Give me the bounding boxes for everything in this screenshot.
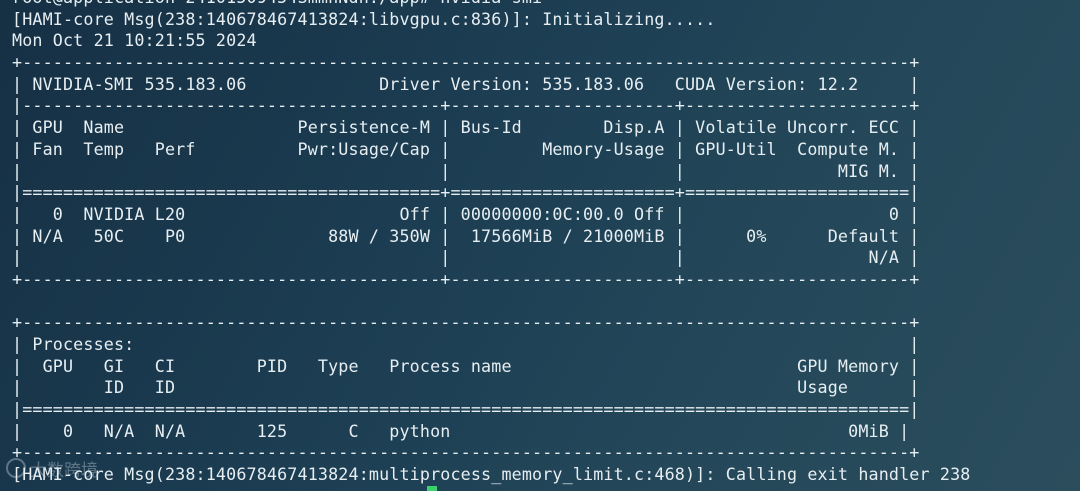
gpu-header-separator: |=======================================…	[12, 182, 920, 203]
processes-header-row-2: | ID ID Usage |	[12, 377, 920, 398]
processes-header-separator: |=======================================…	[12, 399, 920, 420]
processes-title: | Processes: |	[12, 334, 920, 354]
hami-init-message: [HAMI-core Msg(238:140678467413824:libvg…	[12, 8, 716, 29]
processes-top-border: +---------------------------------------…	[12, 312, 920, 333]
terminal-cursor	[427, 486, 437, 491]
gpu-header-row-1: | GPU Name Persistence-M | Bus-Id Disp.A…	[12, 117, 920, 138]
processes-bottom-border: +---------------------------------------…	[12, 442, 920, 463]
gpu-row-3: | | | N/A |	[12, 247, 920, 268]
processes-header-row-1: | GPU GI CI PID Type Process name GPU Me…	[12, 355, 920, 376]
smi-version-header: | NVIDIA-SMI 535.183.06 Driver Version: …	[12, 73, 920, 94]
hami-exit-message: [HAMI-core Msg(238:140678467413824:multi…	[12, 464, 971, 485]
terminal-output: root@application-24101509454SmmnNdn:/app…	[12, 0, 1072, 491]
gpu-table-bottom-border: +---------------------------------------…	[12, 268, 920, 289]
gpu-header-row-2: | Fan Temp Perf Pwr:Usage/Cap | Memory-U…	[12, 138, 920, 159]
gpu-row-2: | N/A 50C P0 88W / 350W | 17566MiB / 210…	[12, 225, 920, 246]
gpu-header-row-3: | | | MIG M. |	[12, 160, 920, 181]
process-row: | 0 N/A N/A 125 C python 0MiB |	[12, 420, 910, 441]
table-divider: |---------------------------------------…	[12, 95, 920, 116]
prompt-line: root@application-24101509454SmmnNdn:/app…	[12, 0, 1072, 9]
table-top-border: +---------------------------------------…	[12, 52, 920, 73]
timestamp-line: Mon Oct 21 10:21:55 2024	[12, 30, 257, 51]
gpu-row-1: | 0 NVIDIA L20 Off | 00000000:0C:00.0 Of…	[12, 203, 920, 224]
